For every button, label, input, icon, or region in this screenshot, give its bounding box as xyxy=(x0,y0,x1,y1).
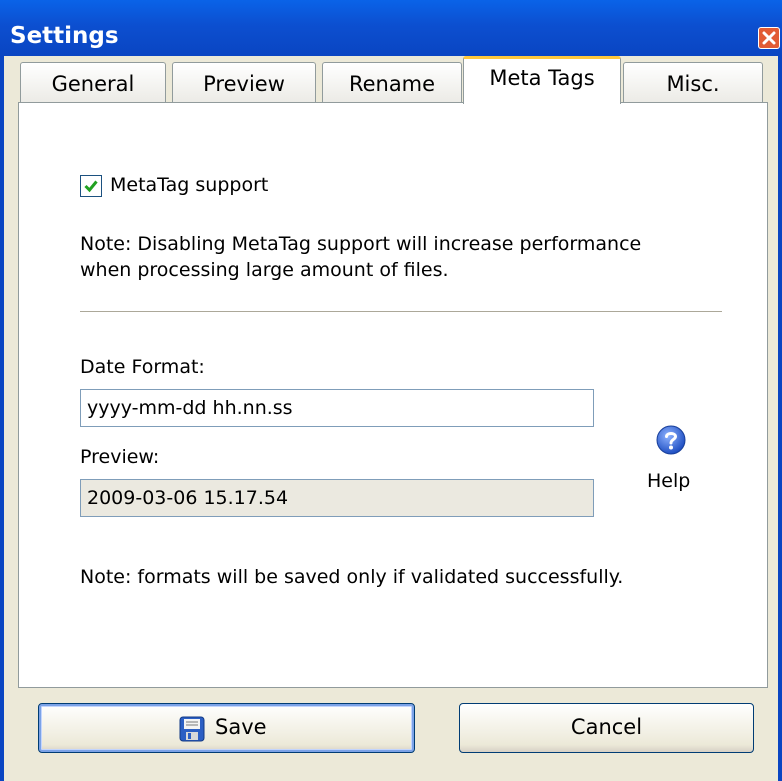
save-button[interactable]: Save xyxy=(38,703,415,753)
tab-meta-tags[interactable]: Meta Tags xyxy=(463,56,621,104)
formats-note: Note: formats will be saved only if vali… xyxy=(80,566,624,588)
tab-preview[interactable]: Preview xyxy=(172,62,316,102)
tab-general[interactable]: General xyxy=(20,62,166,102)
date-format-label: Date Format: xyxy=(80,356,205,378)
title-bar: Settings xyxy=(0,0,782,56)
checkmark-icon xyxy=(84,180,98,193)
window-border-right xyxy=(778,56,782,781)
save-disk-icon xyxy=(179,716,205,742)
save-button-label: Save xyxy=(215,715,267,739)
metatag-note-line1: Note: Disabling MetaTag support will inc… xyxy=(80,233,642,255)
help-label[interactable]: Help xyxy=(647,470,690,492)
window-border-left xyxy=(0,56,4,781)
preview-label: Preview: xyxy=(80,446,160,468)
close-icon xyxy=(762,31,776,45)
metatag-support-checkbox[interactable] xyxy=(80,175,102,197)
tab-rename[interactable]: Rename xyxy=(322,62,462,102)
date-format-input[interactable]: yyyy-mm-dd hh.nn.ss xyxy=(80,389,594,427)
help-icon[interactable] xyxy=(655,424,687,456)
window-title: Settings xyxy=(10,23,119,49)
cancel-button[interactable]: Cancel xyxy=(459,703,754,753)
cancel-button-label: Cancel xyxy=(570,715,643,739)
metatag-note-line2: when processing large amount of files. xyxy=(80,259,449,281)
date-preview-field: 2009-03-06 15.17.54 xyxy=(80,479,594,517)
metatag-support-label[interactable]: MetaTag support xyxy=(110,174,268,196)
section-divider xyxy=(80,311,722,315)
tab-misc[interactable]: Misc. xyxy=(623,62,763,102)
close-button[interactable] xyxy=(758,27,780,49)
